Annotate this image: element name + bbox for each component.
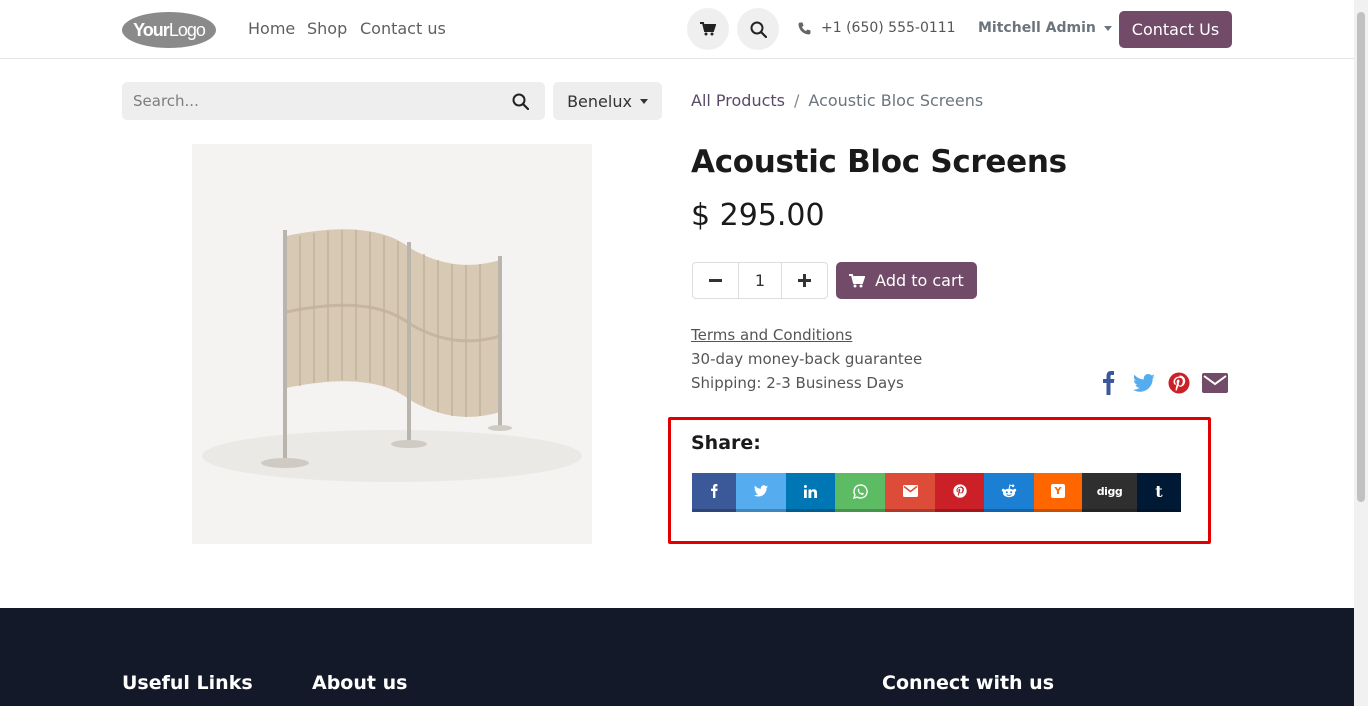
- product-title: Acoustic Bloc Screens: [691, 144, 1067, 180]
- facebook-share-link[interactable]: [1103, 371, 1115, 395]
- phone-link[interactable]: +1 (650) 555-0111: [798, 20, 956, 36]
- linkedin-icon: [804, 484, 817, 498]
- cart-icon: [849, 273, 866, 287]
- digg-icon: digg: [1096, 484, 1123, 498]
- user-menu[interactable]: Mitchell Admin: [978, 20, 1112, 36]
- page-scrollbar[interactable]: [1354, 0, 1368, 706]
- cart-icon: [700, 22, 716, 36]
- header-search-button[interactable]: [737, 8, 779, 50]
- nav-contact-us[interactable]: Contact us: [360, 19, 446, 38]
- logo-text-light: Logo: [168, 19, 206, 40]
- breadcrumb-current: Acoustic Bloc Screens: [808, 91, 984, 110]
- pricelist-label: Benelux: [567, 91, 632, 111]
- minus-icon: [709, 279, 722, 282]
- cart-button[interactable]: [687, 8, 729, 50]
- twitter-share-link[interactable]: [1133, 371, 1155, 395]
- search-input[interactable]: [122, 92, 495, 110]
- chevron-down-icon: [1103, 25, 1112, 31]
- logo-text-bold: Your: [133, 19, 170, 40]
- facebook-icon: [1103, 371, 1115, 395]
- share-reddit-button[interactable]: [984, 473, 1034, 512]
- increase-quantity-button[interactable]: [782, 263, 827, 298]
- user-name: Mitchell Admin: [978, 20, 1096, 36]
- guarantee-text: 30-day money-back guarantee: [691, 350, 923, 368]
- share-tumblr-button[interactable]: t: [1137, 473, 1181, 512]
- phone-number: +1 (650) 555-0111: [821, 20, 956, 36]
- share-buttons-bar: Y digg t: [692, 473, 1181, 512]
- email-share-link[interactable]: [1202, 371, 1228, 395]
- share-label: Share:: [691, 432, 761, 454]
- breadcrumb-all-products[interactable]: All Products: [691, 91, 785, 110]
- share-twitter-button[interactable]: [736, 473, 786, 512]
- plus-icon: [798, 274, 811, 287]
- terms-link[interactable]: Terms and Conditions: [691, 326, 852, 344]
- hackernews-icon: Y: [1051, 484, 1065, 498]
- product-image[interactable]: [192, 144, 592, 544]
- share-whatsapp-button[interactable]: [835, 473, 885, 512]
- pinterest-icon: [952, 484, 967, 498]
- pinterest-icon: [1168, 372, 1190, 394]
- quantity-input[interactable]: 1: [738, 263, 782, 298]
- decrease-quantity-button[interactable]: [693, 263, 738, 298]
- share-pinterest-button[interactable]: [935, 473, 984, 512]
- facebook-icon: [710, 484, 718, 498]
- share-facebook-button[interactable]: [692, 473, 736, 512]
- product-search: [122, 82, 545, 120]
- shipping-text: Shipping: 2-3 Business Days: [691, 374, 904, 392]
- footer-useful-links-heading: Useful Links: [122, 672, 253, 694]
- whatsapp-icon: [852, 483, 868, 499]
- footer-about-heading: About us: [312, 672, 408, 694]
- breadcrumb: All Products / Acoustic Bloc Screens: [691, 91, 983, 110]
- envelope-icon: [1202, 373, 1228, 393]
- nav-shop[interactable]: Shop: [307, 19, 347, 38]
- search-icon: [750, 21, 767, 38]
- contact-us-button[interactable]: Contact Us: [1119, 11, 1232, 48]
- breadcrumb-separator: /: [794, 91, 800, 110]
- email-icon: [902, 485, 918, 497]
- add-to-cart-label: Add to cart: [875, 271, 964, 290]
- product-price: $ 295.00: [691, 198, 825, 233]
- site-logo[interactable]: Your Logo: [122, 12, 216, 48]
- twitter-icon: [1133, 374, 1155, 392]
- scrollbar-thumb[interactable]: [1357, 12, 1365, 502]
- chevron-down-icon: [639, 98, 648, 104]
- search-submit-button[interactable]: [495, 93, 545, 110]
- nav-home[interactable]: Home: [248, 19, 295, 38]
- share-email-button[interactable]: [885, 473, 935, 512]
- share-linkedin-button[interactable]: [786, 473, 835, 512]
- footer-connect-heading: Connect with us: [882, 672, 1055, 694]
- pinterest-share-link[interactable]: [1168, 371, 1190, 395]
- tumblr-icon: t: [1155, 481, 1163, 501]
- quantity-stepper: 1: [692, 262, 828, 299]
- reddit-icon: [1001, 484, 1017, 498]
- add-to-cart-button[interactable]: Add to cart: [836, 262, 977, 299]
- pricelist-dropdown[interactable]: Benelux: [553, 82, 662, 120]
- twitter-icon: [754, 485, 768, 497]
- search-icon: [512, 93, 529, 110]
- phone-icon: [798, 22, 811, 34]
- share-hackernews-button[interactable]: Y: [1034, 473, 1082, 512]
- share-digg-button[interactable]: digg: [1082, 473, 1137, 512]
- site-header: Your Logo Home Shop Contact us +1 (650) 5…: [0, 0, 1354, 59]
- acoustic-screen-image: [202, 229, 582, 482]
